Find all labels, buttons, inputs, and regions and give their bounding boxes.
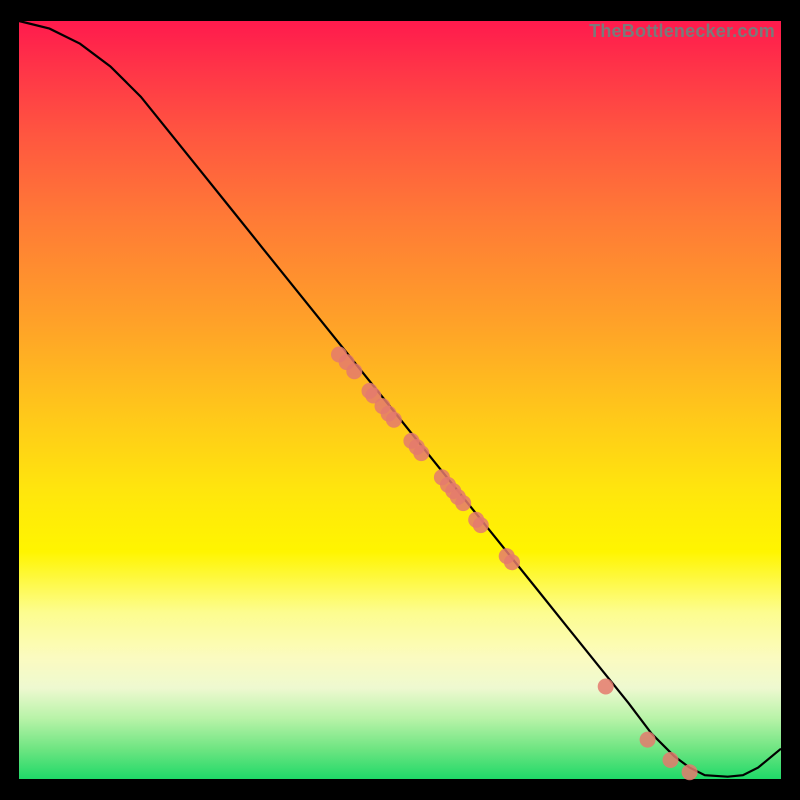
chart-container: TheBottlenecker.com <box>0 0 800 800</box>
data-point <box>386 412 402 428</box>
data-point <box>413 445 429 461</box>
data-point <box>473 517 489 533</box>
data-point <box>455 495 471 511</box>
data-point <box>663 752 679 768</box>
chart-line <box>19 21 781 777</box>
plot-area: TheBottlenecker.com <box>19 21 781 779</box>
chart-svg <box>19 21 781 779</box>
scatter-points <box>331 347 698 781</box>
data-point <box>598 679 614 695</box>
data-point <box>346 363 362 379</box>
data-point <box>504 554 520 570</box>
data-point <box>640 732 656 748</box>
data-point <box>682 764 698 780</box>
